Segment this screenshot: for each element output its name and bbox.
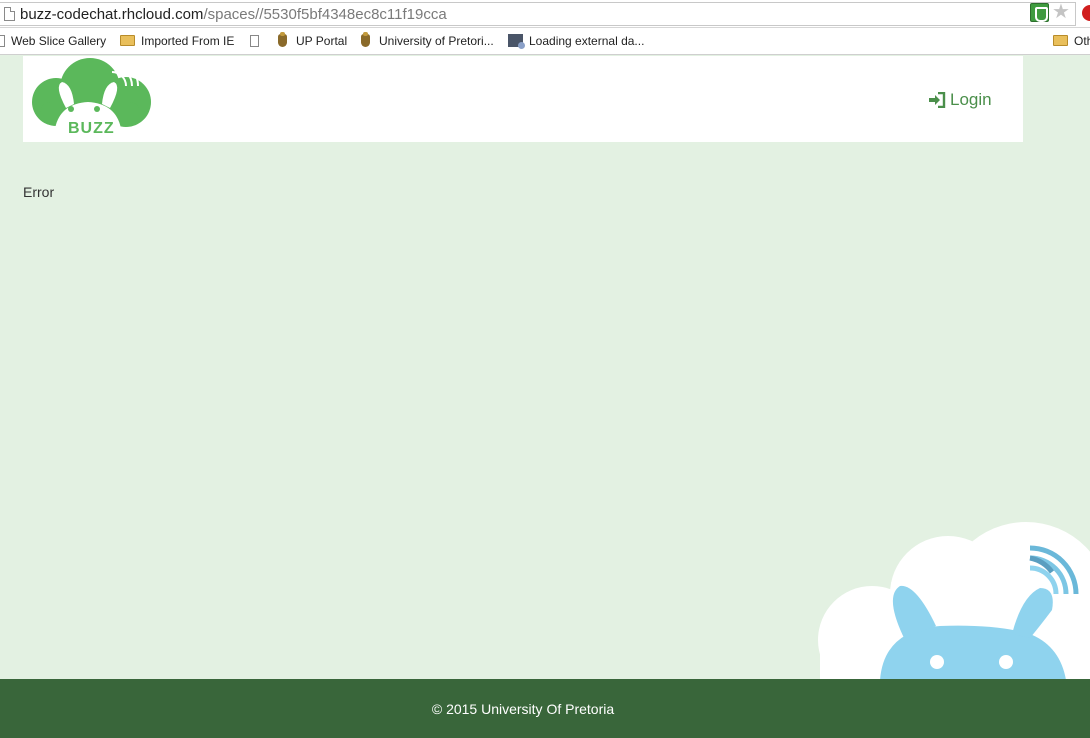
bookmark-label: Oth — [1074, 34, 1090, 48]
buzz-logo[interactable]: BUZZ — [26, 56, 152, 140]
bookmark-label: UP Portal — [296, 34, 348, 48]
bookmarks-bar: Web Slice Gallery Imported From IE UP Po… — [0, 28, 1090, 55]
extension-badge-icon[interactable] — [1082, 5, 1090, 21]
bookmark-blank[interactable] — [250, 33, 265, 51]
crest-icon — [361, 32, 370, 47]
folder-icon — [1053, 35, 1068, 46]
shield-icon[interactable] — [1030, 3, 1049, 22]
page-icon — [4, 7, 15, 21]
doc-icon — [250, 35, 259, 47]
copyright-text: © 2015 University Of Pretoria — [431, 701, 615, 717]
star-icon[interactable]: ★ — [1052, 1, 1070, 23]
url-host: buzz-codechat.rhcloud.com — [20, 6, 204, 23]
bookmark-label: Web Slice Gallery — [11, 34, 107, 48]
bookmark-label: Loading external da... — [529, 34, 645, 48]
url-path: /spaces//5530f5bf4348ec8c11f19cca — [203, 6, 447, 23]
url-text[interactable]: buzz-codechat.rhcloud.com/spaces//5530f5… — [20, 6, 447, 24]
app-icon — [508, 34, 525, 49]
address-bar: buzz-codechat.rhcloud.com/spaces//5530f5… — [0, 0, 1090, 28]
site-header: BUZZ Login — [23, 56, 1023, 142]
crest-icon — [278, 32, 287, 47]
url-field[interactable]: buzz-codechat.rhcloud.com/spaces//5530f5… — [0, 2, 1076, 26]
bookmark-web-slice-gallery[interactable]: Web Slice Gallery — [0, 33, 106, 51]
error-message: Error — [23, 184, 55, 200]
folder-icon — [120, 35, 135, 46]
mascot-cloud-illustration — [818, 522, 1090, 680]
bookmark-label: University of Pretori... — [379, 34, 494, 48]
site-footer: © 2015 University Of Pretoria — [0, 679, 1090, 738]
login-label: Login — [950, 90, 992, 109]
logo-text: BUZZ — [68, 120, 115, 137]
sign-in-icon — [929, 92, 946, 108]
doc-icon — [0, 35, 5, 47]
bookmark-imported-from-ie[interactable]: Imported From IE — [120, 33, 234, 51]
login-link[interactable]: Login — [928, 90, 992, 110]
bookmark-up-portal[interactable]: UP Portal — [278, 32, 348, 51]
bookmark-label: Imported From IE — [141, 34, 235, 48]
bookmark-other[interactable]: Oth — [1053, 33, 1090, 51]
bookmark-loading-external-data[interactable]: Loading external da... — [508, 33, 644, 51]
bookmark-university-of-pretoria[interactable]: University of Pretori... — [361, 32, 494, 51]
